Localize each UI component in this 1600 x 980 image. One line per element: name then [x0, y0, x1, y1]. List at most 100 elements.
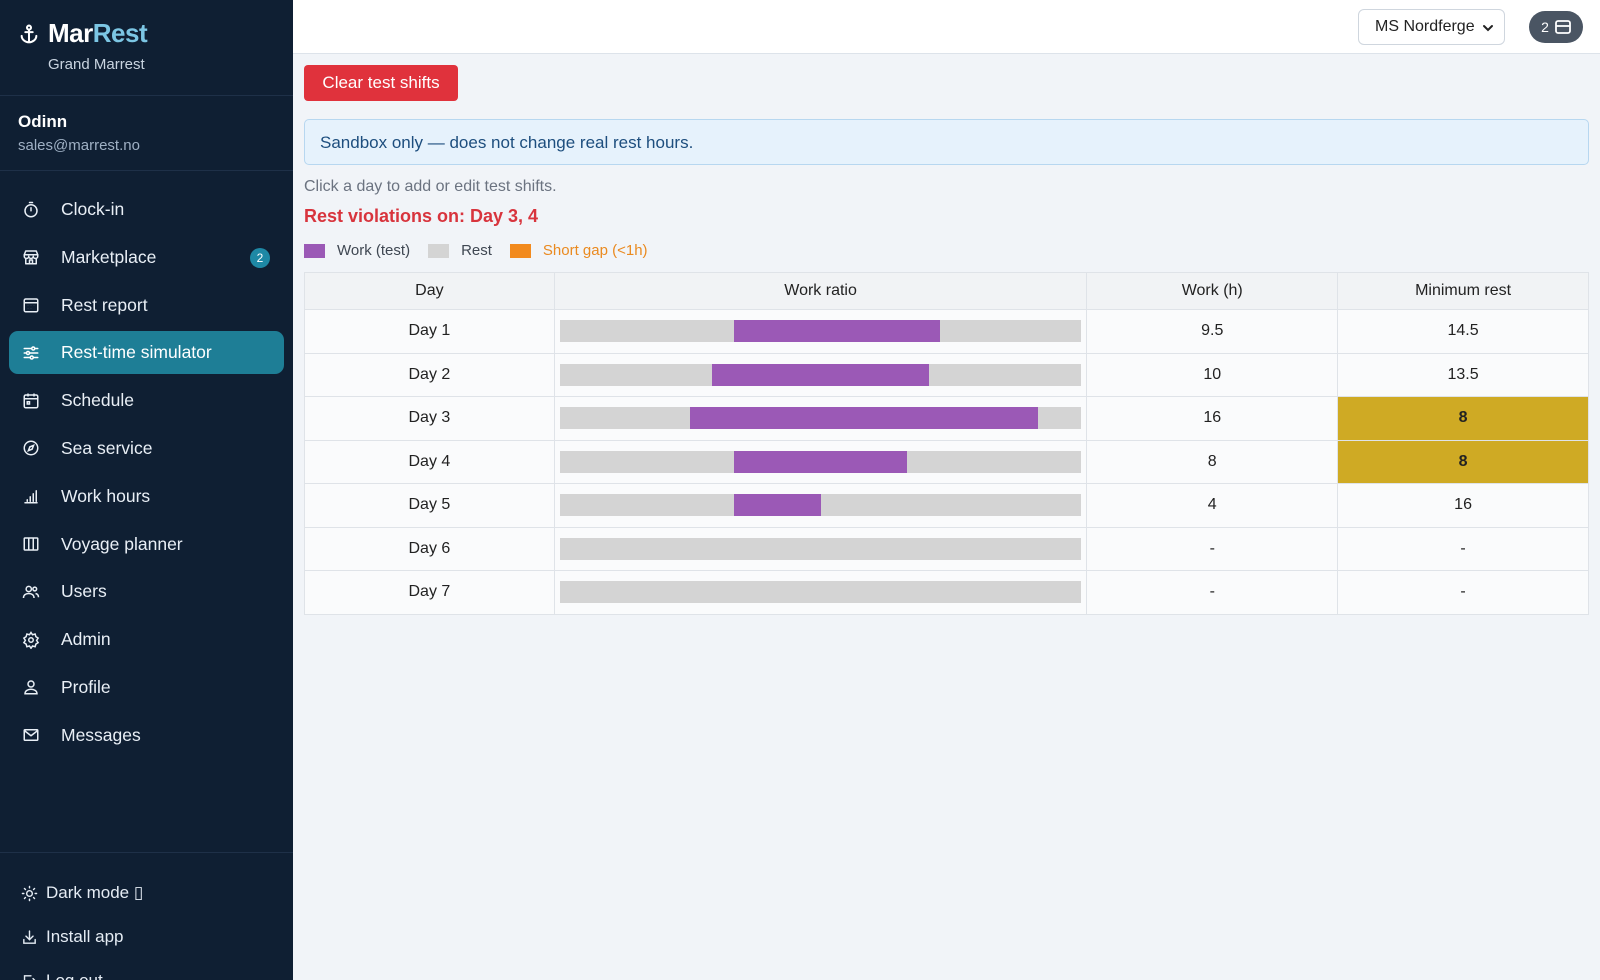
table-row[interactable]: Day 7 --: [304, 570, 1589, 615]
legend-swatch-work: [304, 243, 325, 258]
work-ratio-bar[interactable]: [559, 320, 1082, 343]
nav-item-sea-service[interactable]: Sea service: [9, 427, 284, 470]
users-icon: [22, 585, 40, 598]
nav-item-messages[interactable]: Messages: [9, 714, 284, 757]
work-ratio-bar[interactable]: [559, 537, 1082, 560]
logout-button[interactable]: Log out: [0, 959, 293, 980]
nav-label: Messages: [61, 724, 141, 745]
nav-label: Clock-in: [61, 199, 125, 219]
work-ratio-cell[interactable]: [553, 352, 1088, 397]
table-row[interactable]: Day 4 88: [304, 439, 1589, 484]
work-ratio-cell[interactable]: [553, 526, 1088, 571]
nav-item-marketplace[interactable]: Marketplace 2: [9, 236, 284, 279]
work-hours-cell: 10: [1086, 352, 1339, 397]
day-cell[interactable]: Day 6: [304, 526, 555, 571]
work-ratio-cell[interactable]: [553, 309, 1088, 354]
nav-label: Schedule: [61, 390, 134, 411]
work-ratio-bar[interactable]: [559, 450, 1082, 473]
minimum-rest-violation-cell: 8: [1337, 396, 1589, 441]
notification-inbox-button[interactable]: 2: [1529, 11, 1583, 43]
column-header-minimum-rest: Minimum rest: [1337, 272, 1589, 310]
table-row[interactable]: Day 3 16 8: [304, 396, 1589, 441]
dark-mode-toggle[interactable]: Dark mode ▯: [0, 871, 293, 915]
nav-label: Sea service: [61, 437, 153, 458]
day-cell[interactable]: Day 5: [304, 483, 555, 528]
day-cell[interactable]: Day 1: [304, 309, 555, 354]
install-app-button[interactable]: Install app: [0, 915, 293, 959]
table-row[interactable]: Day 2 10 13.5: [304, 352, 1589, 397]
work-ratio-cell[interactable]: [553, 439, 1088, 484]
user-email: sales@marrest.no: [18, 137, 140, 154]
nav-item-users[interactable]: Users: [9, 570, 284, 613]
nav-label: Rest-time simulator: [61, 342, 212, 363]
vessel-select[interactable]: MS Nordferge: [1358, 9, 1505, 45]
calendar-icon: [23, 393, 39, 409]
work-ratio-cell[interactable]: [553, 570, 1088, 615]
work-ratio-bar[interactable]: [559, 494, 1082, 517]
day-cell[interactable]: Day 3: [304, 396, 555, 441]
work-ratio-bar[interactable]: [559, 581, 1082, 604]
work-ratio-cell[interactable]: [553, 396, 1088, 441]
clear-test-shifts-button[interactable]: Clear test shifts: [304, 65, 458, 101]
anchor-icon: [20, 24, 38, 43]
main-content: Clear test shifts Sandbox only — does no…: [293, 54, 1600, 980]
instruction-text: Click a day to add or edit test shifts.: [304, 178, 557, 195]
nav-item-rest-time-simulator[interactable]: Rest-time simulator: [9, 331, 284, 375]
gear-icon: [22, 630, 40, 649]
calendar-grid-icon: [23, 298, 39, 313]
logout-icon: [23, 974, 36, 980]
stopwatch-icon: [24, 201, 38, 217]
column-header-day: Day: [304, 272, 555, 310]
work-hours-cell: 9.5: [1086, 309, 1339, 354]
brand-logo-text[interactable]: MarRest: [48, 18, 148, 49]
nav-item-voyage-planner[interactable]: Voyage planner: [9, 523, 284, 566]
rest-violations-text: Rest violations on: Day 3, 4: [304, 206, 539, 226]
nav-label: Rest report: [61, 294, 148, 315]
logout-label: Log out: [46, 971, 103, 980]
envelope-icon: [23, 729, 39, 742]
nav-label: Voyage planner: [61, 533, 183, 554]
day-cell[interactable]: Day 2: [304, 352, 555, 397]
compass-icon: [23, 440, 39, 456]
legend-swatch-rest: [428, 243, 450, 258]
work-hours-cell: -: [1086, 526, 1339, 571]
work-hours-cell: 16: [1086, 396, 1339, 441]
nav-item-work-hours[interactable]: Work hours: [9, 475, 284, 518]
nav-item-rest-report[interactable]: Rest report: [9, 284, 284, 327]
legend-swatch-short-gap: [509, 243, 531, 258]
bar-chart-icon: [24, 490, 38, 504]
work-ratio-bar[interactable]: [559, 407, 1082, 430]
legend-label-rest: Rest: [461, 242, 492, 259]
work-segment: [733, 450, 908, 473]
user-name: Odinn: [18, 112, 68, 131]
day-cell[interactable]: Day 4: [304, 439, 555, 484]
minimum-rest-cell: -: [1337, 526, 1589, 571]
notification-count: 2: [1541, 19, 1549, 35]
sidebar-footer: Dark mode ▯ Install app Log out: [0, 852, 293, 980]
table-header-row: Day Work ratio Work (h) Minimum rest: [304, 272, 1589, 310]
legend-label-work: Work (test): [337, 242, 411, 259]
nav-item-clock-in[interactable]: Clock-in: [9, 188, 284, 231]
nav-item-admin[interactable]: Admin: [9, 618, 284, 661]
work-segment: [733, 320, 941, 343]
table-row[interactable]: Day 6 --: [304, 526, 1589, 571]
sliders-icon: [23, 346, 39, 360]
nav-item-profile[interactable]: Profile: [9, 666, 284, 709]
sidebar: MarRest Grand Marrest Odinn sales@marres…: [0, 0, 293, 980]
column-header-work-hours: Work (h): [1086, 272, 1339, 310]
vessel-select-value: MS Nordferge: [1375, 18, 1475, 35]
legend-label-short-gap: Short gap (<1h): [542, 242, 648, 259]
legend: Work (test) Rest Short gap (<1h): [304, 242, 666, 259]
brand-name-part1: Mar: [48, 18, 93, 48]
main-nav: Clock-in Marketplace 2 Rest report Rest-…: [0, 171, 293, 757]
brand: MarRest Grand Marrest: [0, 0, 293, 96]
table-row[interactable]: Day 1 9.5 14.5: [304, 309, 1589, 354]
table-row[interactable]: Day 5 4 16: [304, 483, 1589, 528]
work-segment: [690, 407, 1038, 430]
day-cell[interactable]: Day 7: [304, 570, 555, 615]
install-app-label: Install app: [46, 927, 124, 946]
company-name: Grand Marrest: [48, 56, 145, 73]
work-ratio-cell[interactable]: [553, 483, 1088, 528]
work-ratio-bar[interactable]: [559, 363, 1082, 386]
nav-item-schedule[interactable]: Schedule: [9, 379, 284, 422]
